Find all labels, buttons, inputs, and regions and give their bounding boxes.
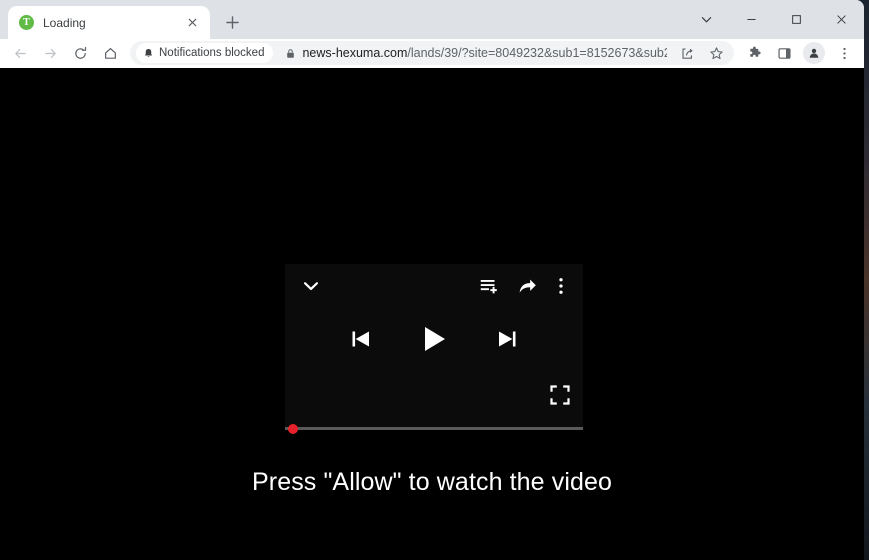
bottom-cutoff-text: [95, 550, 295, 560]
extensions-puzzle-icon[interactable]: [740, 40, 768, 66]
window-controls: [684, 0, 864, 39]
page-viewport: Press "Allow" to watch the video: [0, 68, 864, 560]
play-button[interactable]: [417, 322, 451, 356]
url-path: /lands/39/?site=8049232&sub1=8152673&sub…: [407, 46, 667, 60]
tab-search-button[interactable]: [684, 3, 729, 36]
share-arrow-icon[interactable]: [515, 274, 539, 298]
collapse-chevron-icon[interactable]: [298, 273, 324, 299]
player-more-icon[interactable]: [552, 273, 570, 299]
add-to-queue-icon[interactable]: [476, 273, 502, 299]
tab-favicon-icon: T: [19, 15, 34, 30]
progress-scrubber-handle[interactable]: [288, 423, 298, 434]
bell-icon: [144, 48, 153, 57]
browser-toolbar: Notifications blocked news-hexuma.com/la…: [0, 39, 864, 68]
forward-button[interactable]: [36, 40, 64, 66]
tab-favicon-letter: T: [23, 16, 30, 28]
tab-strip: T Loading: [0, 0, 864, 39]
next-track-button[interactable]: [493, 325, 521, 353]
tab-close-icon[interactable]: [184, 14, 201, 31]
home-button[interactable]: [96, 40, 124, 66]
browser-tab-loading[interactable]: T Loading: [8, 6, 210, 39]
allow-prompt-headline: Press "Allow" to watch the video: [252, 468, 612, 496]
player-playback-controls: [285, 322, 583, 356]
profile-avatar-icon[interactable]: [800, 40, 828, 66]
tab-title: Loading: [43, 15, 86, 30]
avatar: [803, 42, 825, 64]
address-bar-url[interactable]: news-hexuma.com/lands/39/?site=8049232&s…: [302, 46, 667, 60]
browser-menu-icon[interactable]: [830, 40, 858, 66]
new-tab-button[interactable]: [218, 8, 246, 36]
progress-bar[interactable]: [285, 423, 583, 434]
side-panel-icon[interactable]: [770, 40, 798, 66]
address-bar[interactable]: Notifications blocked news-hexuma.com/la…: [130, 41, 734, 65]
fullscreen-icon[interactable]: [549, 384, 571, 406]
share-icon[interactable]: [673, 40, 701, 66]
minimize-button[interactable]: [729, 3, 774, 36]
player-top-controls: [285, 264, 583, 308]
video-player[interactable]: [285, 264, 583, 434]
browser-window: T Loading Notifications blocked news-hex…: [0, 0, 864, 560]
close-button[interactable]: [819, 3, 864, 36]
reload-button[interactable]: [66, 40, 94, 66]
notifications-blocked-chip[interactable]: Notifications blocked: [136, 43, 274, 63]
site-security-lock-icon[interactable]: [285, 48, 296, 59]
previous-track-button[interactable]: [347, 325, 375, 353]
url-host: news-hexuma.com: [302, 46, 408, 60]
maximize-button[interactable]: [774, 3, 819, 36]
back-button[interactable]: [6, 40, 34, 66]
bookmark-star-icon[interactable]: [702, 40, 730, 66]
notifications-blocked-label: Notifications blocked: [159, 47, 265, 59]
omnibox-trailing-icons: [673, 40, 730, 66]
